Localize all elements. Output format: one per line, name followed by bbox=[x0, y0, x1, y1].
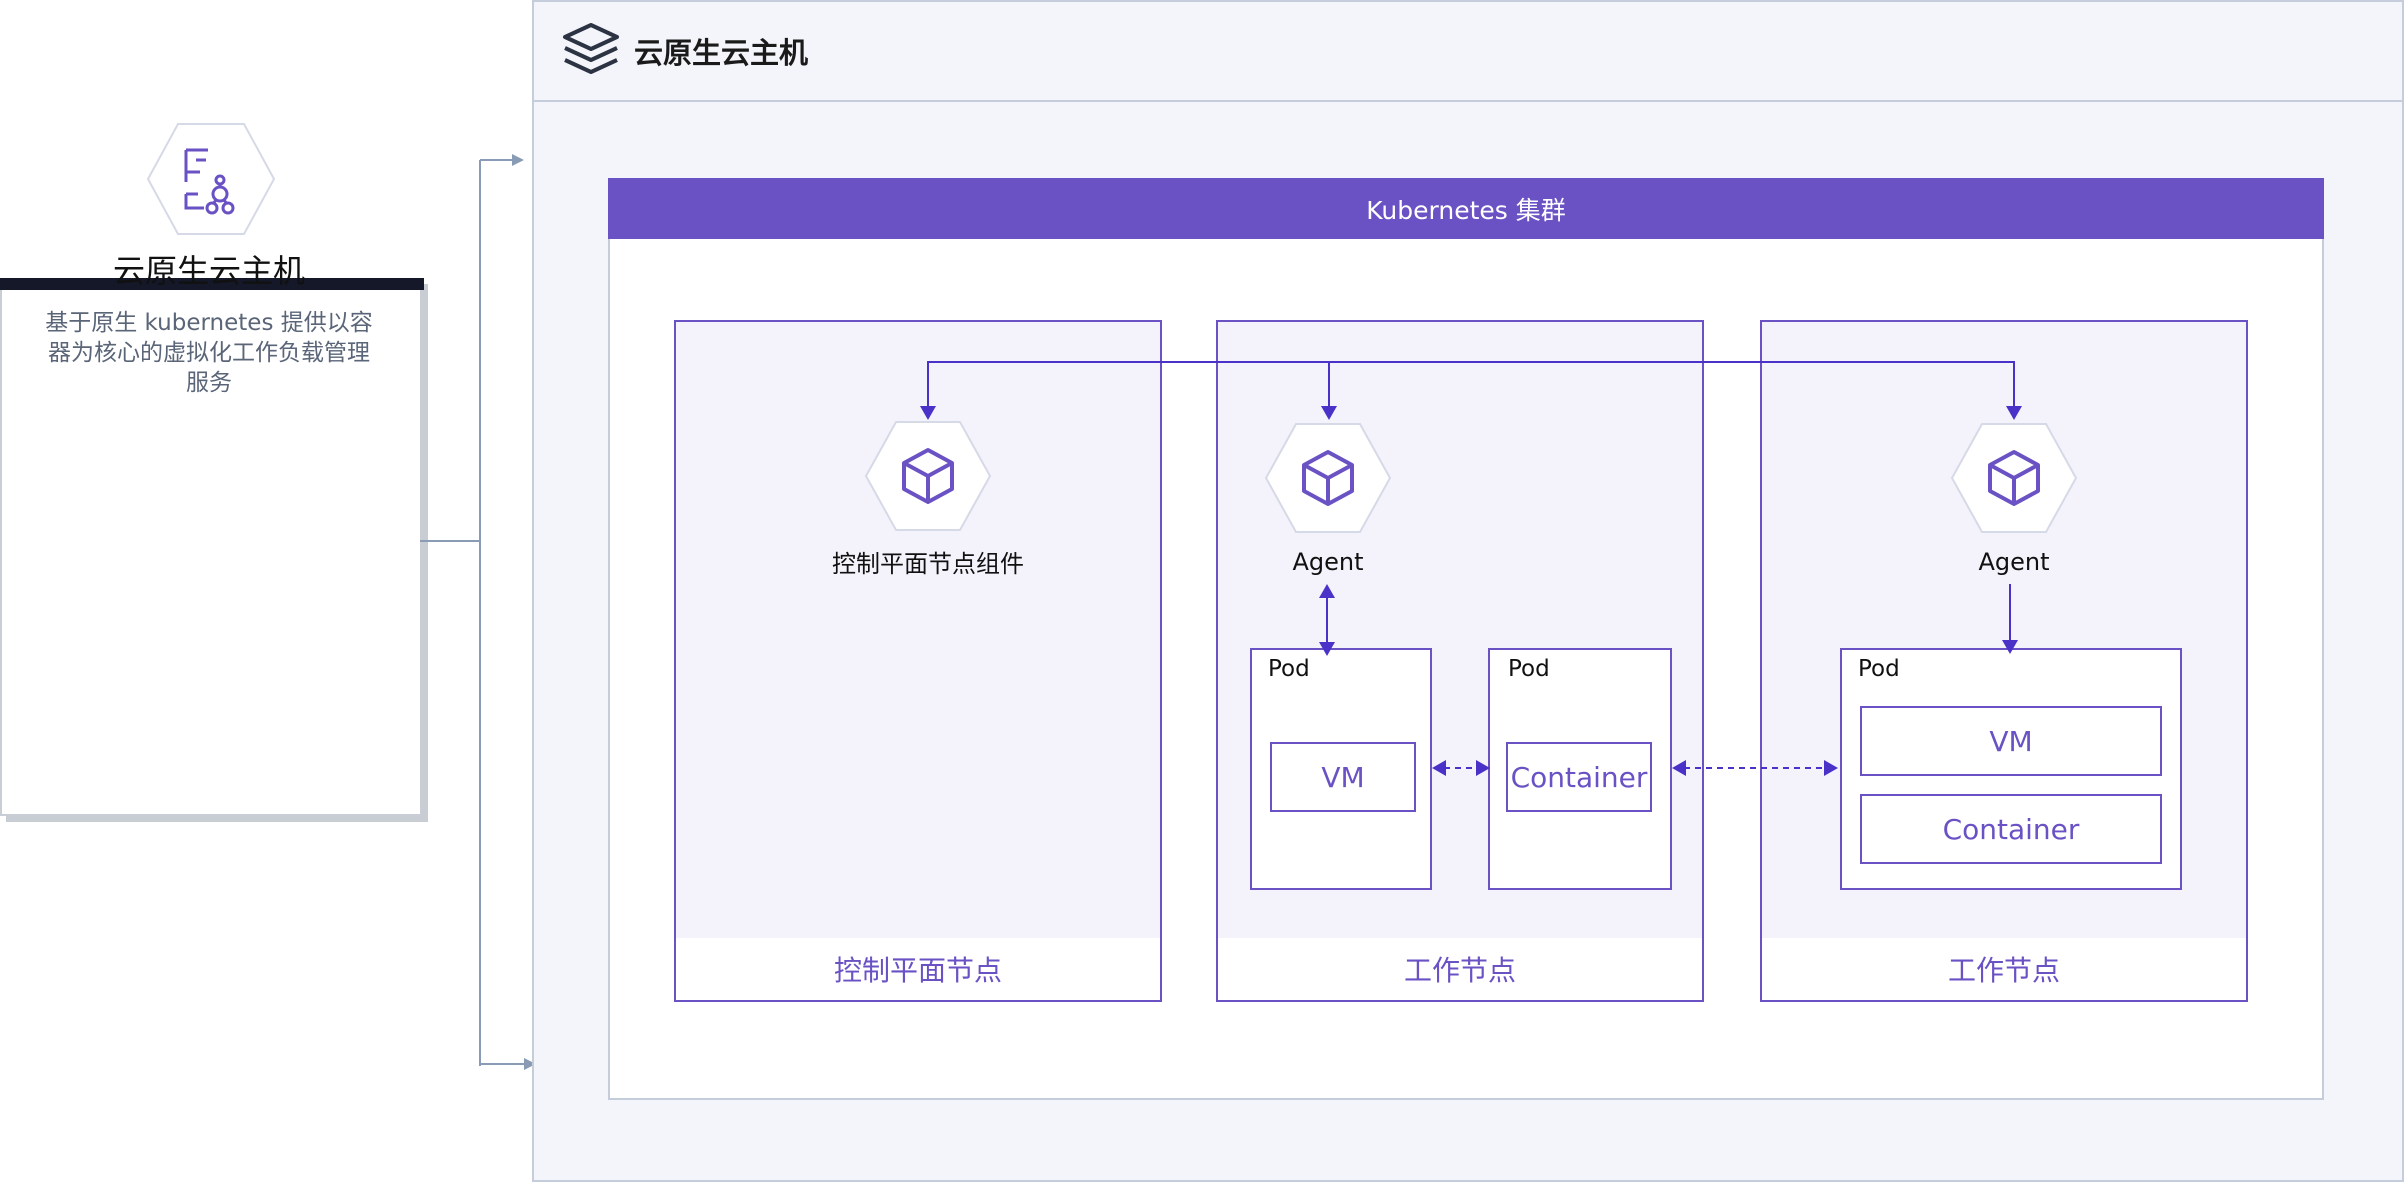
layers-icon bbox=[563, 23, 619, 74]
container-box: Container bbox=[1860, 794, 2162, 864]
cube-icon bbox=[1950, 423, 2078, 533]
outer-title: 云原生云主机 bbox=[634, 36, 809, 70]
card-connector bbox=[420, 154, 536, 1070]
pod-label: Pod bbox=[1858, 656, 1900, 682]
control-plane-node-label: 控制平面节点 bbox=[676, 938, 1160, 1000]
vm-cluster-icon bbox=[146, 123, 276, 235]
vm-box: VM bbox=[1860, 706, 2162, 776]
cube-icon bbox=[1264, 423, 1392, 533]
cube-icon bbox=[864, 421, 992, 531]
outer-header bbox=[532, 0, 2404, 102]
cluster-title: Kubernetes 集群 bbox=[608, 178, 2324, 239]
vm-box: VM bbox=[1270, 742, 1416, 812]
agent-label-2: Agent bbox=[1978, 548, 2050, 576]
worker-node-2-label: 工作节点 bbox=[1762, 938, 2246, 1000]
card-title: 云原生云主机 bbox=[112, 252, 305, 290]
worker-node-1-label: 工作节点 bbox=[1218, 938, 1702, 1000]
control-plane-component-label: 控制平面节点组件 bbox=[832, 550, 1024, 578]
pod-label: Pod bbox=[1268, 656, 1310, 682]
agent-label-1: Agent bbox=[1292, 548, 1364, 576]
card-description: 基于原生 kubernetes 提供以容器为核心的虚拟化工作负载管理服务 bbox=[45, 310, 373, 396]
container-box: Container bbox=[1506, 742, 1652, 812]
pod-label: Pod bbox=[1508, 656, 1550, 682]
